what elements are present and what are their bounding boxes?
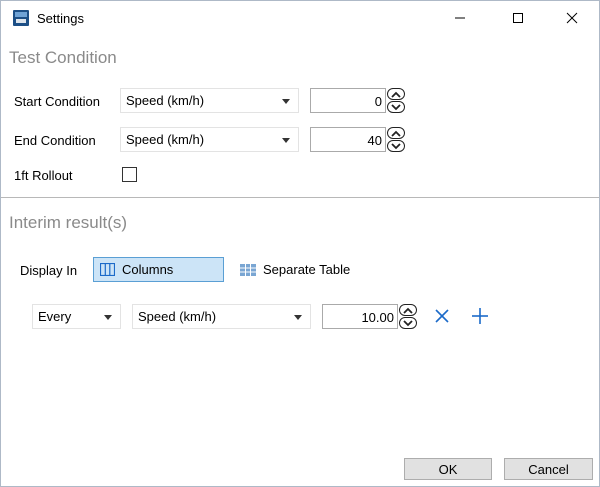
ok-button[interactable]: OK bbox=[404, 458, 492, 480]
rollout-label: 1ft Rollout bbox=[14, 168, 73, 183]
title-bar: Settings bbox=[1, 1, 599, 35]
minimize-button[interactable] bbox=[437, 1, 483, 35]
chevron-down-icon bbox=[391, 104, 401, 111]
increment-button[interactable] bbox=[387, 127, 405, 139]
columns-icon bbox=[100, 263, 115, 276]
remove-button[interactable] bbox=[432, 306, 452, 326]
end-condition-value: Speed (km/h) bbox=[126, 132, 205, 147]
window-title: Settings bbox=[37, 11, 84, 26]
start-condition-value: Speed (km/h) bbox=[126, 93, 205, 108]
columns-option[interactable]: Columns bbox=[93, 257, 224, 282]
chevron-up-icon bbox=[391, 91, 401, 98]
decrement-button[interactable] bbox=[399, 317, 417, 329]
minimize-icon bbox=[455, 17, 465, 19]
display-in-label: Display In bbox=[20, 263, 78, 278]
frequency-value: Every bbox=[38, 309, 72, 324]
interim-value-text: 10.00 bbox=[361, 310, 394, 325]
test-condition-heading: Test Condition bbox=[9, 48, 117, 67]
section-divider bbox=[1, 197, 599, 198]
chevron-down-icon bbox=[391, 143, 401, 150]
separate-table-option[interactable]: Separate Table bbox=[234, 257, 364, 282]
maximize-icon bbox=[513, 13, 523, 23]
add-icon bbox=[472, 308, 488, 324]
close-icon bbox=[566, 12, 578, 24]
chevron-up-icon bbox=[391, 130, 401, 137]
interim-value-stepper[interactable] bbox=[399, 304, 417, 329]
end-condition-label: End Condition bbox=[14, 133, 96, 148]
columns-option-label: Columns bbox=[122, 262, 174, 277]
end-value-field[interactable]: 40 bbox=[310, 127, 386, 152]
app-logo-icon bbox=[13, 10, 29, 26]
start-condition-select[interactable]: Speed (km/h) bbox=[120, 88, 299, 113]
interim-results-heading: Interim result(s) bbox=[9, 213, 128, 232]
chevron-down-icon bbox=[403, 320, 413, 327]
separate-table-option-label: Separate Table bbox=[263, 262, 351, 277]
rollout-checkbox[interactable] bbox=[122, 167, 137, 182]
end-value-text: 40 bbox=[367, 133, 382, 148]
increment-button[interactable] bbox=[387, 88, 405, 100]
close-button[interactable] bbox=[549, 1, 595, 35]
start-value-stepper[interactable] bbox=[387, 88, 405, 113]
increment-button[interactable] bbox=[399, 304, 417, 316]
maximize-button[interactable] bbox=[495, 1, 541, 35]
decrement-button[interactable] bbox=[387, 140, 405, 152]
table-icon bbox=[240, 263, 256, 276]
add-button[interactable] bbox=[470, 306, 490, 326]
chevron-down-icon bbox=[282, 99, 290, 104]
start-value-field[interactable]: 0 bbox=[310, 88, 386, 113]
interim-type-value: Speed (km/h) bbox=[138, 309, 217, 324]
settings-window: Settings Test Condition Start Condition … bbox=[0, 0, 600, 487]
end-value-stepper[interactable] bbox=[387, 127, 405, 152]
end-condition-select[interactable]: Speed (km/h) bbox=[120, 127, 299, 152]
decrement-button[interactable] bbox=[387, 101, 405, 113]
chevron-down-icon bbox=[104, 315, 112, 320]
start-value-text: 0 bbox=[374, 94, 382, 109]
chevron-down-icon bbox=[294, 315, 302, 320]
chevron-up-icon bbox=[403, 307, 413, 314]
remove-icon bbox=[435, 309, 449, 323]
interim-value-field[interactable]: 10.00 bbox=[322, 304, 398, 329]
cancel-button[interactable]: Cancel bbox=[504, 458, 593, 480]
start-condition-label: Start Condition bbox=[14, 94, 100, 109]
chevron-down-icon bbox=[282, 138, 290, 143]
frequency-select[interactable]: Every bbox=[32, 304, 121, 329]
interim-type-select[interactable]: Speed (km/h) bbox=[132, 304, 311, 329]
